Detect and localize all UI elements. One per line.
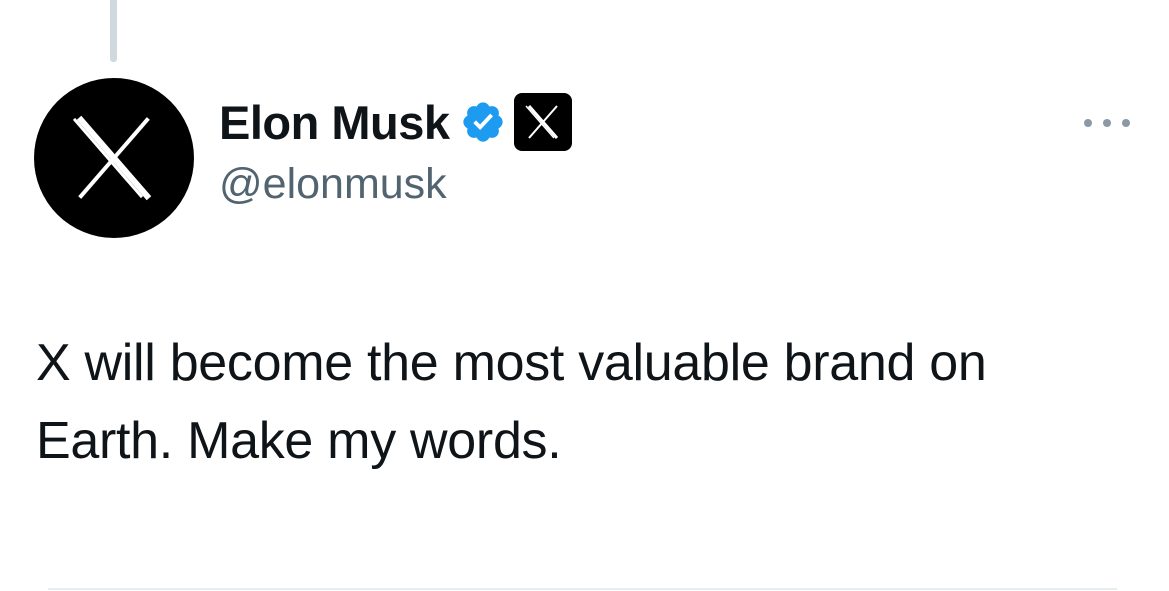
more-dot [1084,119,1092,127]
thread-connector-line [110,0,117,62]
more-dot [1103,119,1111,127]
author-avatar[interactable] [34,78,194,238]
author-name-row: Elon Musk [219,92,572,152]
affiliate-x-badge[interactable] [513,93,572,151]
x-logo-icon [524,105,561,139]
tweet-text: X will become the most valuable brand on… [36,334,987,470]
author-handle[interactable]: @elonmusk [219,160,447,209]
x-logo-icon [72,115,157,201]
tweet-divider [48,588,1117,590]
more-dot [1122,119,1130,127]
author-display-name[interactable]: Elon Musk [219,95,450,150]
verified-badge-icon[interactable] [460,99,506,145]
more-options-icon[interactable] [1084,110,1130,136]
tweet-screenshot: Elon Musk @elonmusk X will become the mo… [0,0,1169,591]
